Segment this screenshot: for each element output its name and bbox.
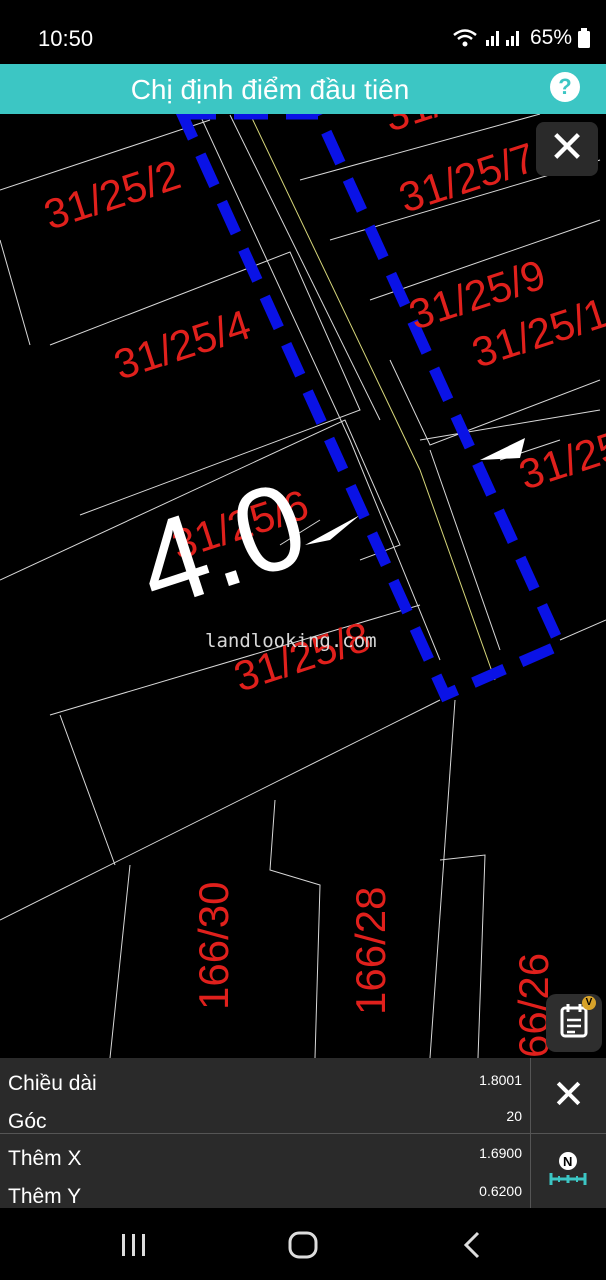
recent-apps-icon[interactable]: [118, 1232, 150, 1258]
notes-button[interactable]: V: [546, 994, 602, 1052]
battery-icon: [578, 28, 590, 48]
parcel-labels: 31/25/2 31/25/4 31/25/6 31/25/8 31/25/7 …: [38, 114, 606, 1058]
north-ruler-icon: N: [549, 1152, 587, 1185]
parcel-label: 31/25/2: [38, 151, 186, 239]
status-bar: 10:50 65%: [0, 0, 606, 64]
status-icons: 65%: [452, 26, 590, 50]
parcel-label: 31/25/8: [228, 613, 376, 701]
offset-y-label: Thêm Y: [8, 1185, 82, 1207]
measurement-panel: Chiều dài 1.8001 Góc 20 Thêm X 1.6900 Th…: [0, 1058, 606, 1208]
help-icon[interactable]: ?: [550, 72, 580, 102]
app-header: Chị định điểm đầu tiên ?: [0, 64, 606, 114]
parcel-label: 31/25: [513, 421, 606, 498]
offset-row: Thêm X 1.6900 Thêm Y 0.6200: [0, 1133, 530, 1207]
wifi-icon: [453, 29, 477, 47]
system-nav-bar: [0, 1208, 606, 1280]
north-align-button[interactable]: N: [531, 1133, 606, 1208]
close-panel-button[interactable]: ✕: [531, 1058, 606, 1133]
offset-x-label: Thêm X: [8, 1147, 82, 1170]
status-time: 10:50: [38, 26, 94, 51]
watermark: landlooking.com: [205, 630, 377, 652]
length-angle-row: Chiều dài 1.8001 Góc 20: [0, 1058, 530, 1132]
close-map-button[interactable]: ✕: [536, 122, 598, 176]
angle-label: Góc: [8, 1110, 47, 1132]
parcel-label: 31/: [378, 114, 448, 141]
back-icon[interactable]: [460, 1230, 486, 1260]
parcel-label: 166/28: [347, 887, 394, 1015]
angle-value[interactable]: 20: [506, 1108, 522, 1124]
map-canvas[interactable]: 31/25/2 31/25/4 31/25/6 31/25/8 31/25/7 …: [0, 114, 606, 1058]
parcel-map[interactable]: 31/25/2 31/25/4 31/25/6 31/25/8 31/25/7 …: [0, 114, 606, 1058]
length-label: Chiều dài: [8, 1072, 97, 1095]
parcel-label: 166/30: [190, 882, 237, 1010]
home-icon[interactable]: [287, 1230, 319, 1260]
page-title: Chị định điểm đầu tiên: [130, 74, 410, 105]
signal-icon: [485, 31, 519, 46]
parcel-label: 31/25/7: [393, 134, 541, 222]
offset-y-value[interactable]: 0.6200: [479, 1183, 522, 1199]
notes-badge: V: [582, 996, 596, 1010]
battery-percent: 65%: [529, 26, 572, 49]
offset-x-value[interactable]: 1.6900: [479, 1145, 522, 1161]
north-label: N: [563, 1154, 572, 1169]
length-value[interactable]: 1.8001: [479, 1072, 522, 1088]
